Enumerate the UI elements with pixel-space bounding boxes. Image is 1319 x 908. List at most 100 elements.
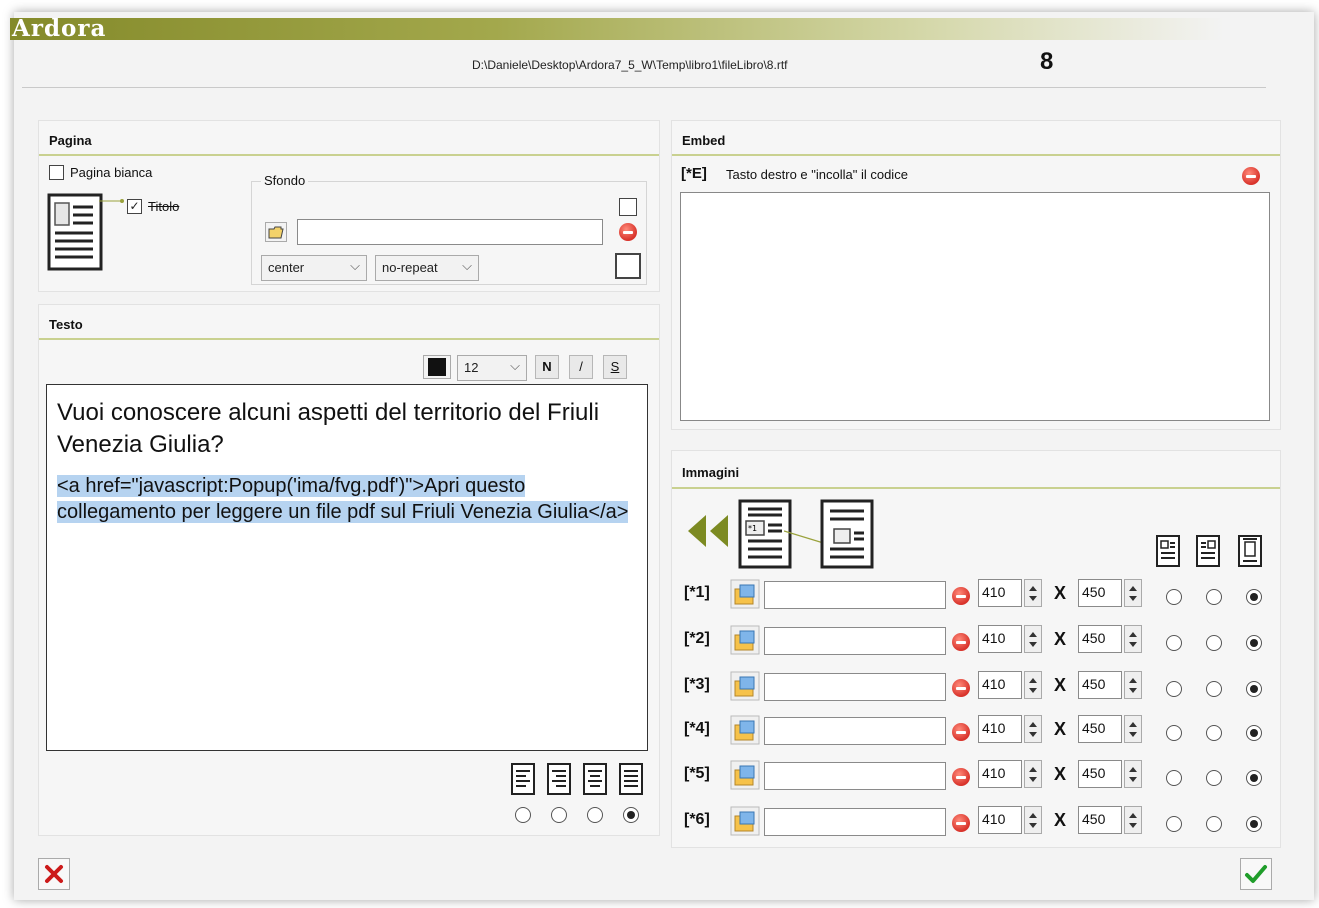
image-align-center-radio[interactable] <box>1246 681 1262 697</box>
image-file-input[interactable] <box>764 808 946 836</box>
image-align-center-radio[interactable] <box>1246 770 1262 786</box>
image-align-left-radio[interactable] <box>1166 635 1182 651</box>
immagini-panel: Immagini *1 [*1] 410 X 450 [*2] 410 X 45… <box>671 450 1281 848</box>
image-align-right-radio[interactable] <box>1206 816 1222 832</box>
image-file-icon[interactable] <box>730 671 760 701</box>
image-align-center-radio[interactable] <box>1246 635 1262 651</box>
confirm-button[interactable] <box>1240 858 1272 890</box>
font-size-select[interactable]: 12 ⌵ <box>457 355 527 381</box>
image-align-right-radio[interactable] <box>1206 589 1222 605</box>
image-file-input[interactable] <box>764 581 946 609</box>
double-chevron-left-icon[interactable] <box>684 513 732 549</box>
width-spinner[interactable] <box>1024 579 1042 607</box>
embed-code-area[interactable] <box>680 192 1270 421</box>
remove-image-icon[interactable] <box>952 814 970 832</box>
image-align-left-radio[interactable] <box>1166 770 1182 786</box>
image-align-right-radio[interactable] <box>1206 770 1222 786</box>
background-option-checkbox[interactable] <box>619 198 637 216</box>
align-center-icon[interactable] <box>583 763 607 795</box>
times-symbol: X <box>1054 764 1067 784</box>
text-color-button[interactable] <box>423 355 451 379</box>
image-align-right-radio[interactable] <box>1206 635 1222 651</box>
image-file-input[interactable] <box>764 717 946 745</box>
remove-image-icon[interactable] <box>952 587 970 605</box>
image-width-input[interactable]: 410 <box>978 806 1022 834</box>
image-file-icon[interactable] <box>730 760 760 790</box>
height-spinner[interactable] <box>1124 806 1142 834</box>
height-spinner[interactable] <box>1124 579 1142 607</box>
image-align-right-radio[interactable] <box>1206 681 1222 697</box>
content-link-code: <a href="javascript:Popup('ima/fvg.pdf')… <box>57 473 637 525</box>
image-file-icon[interactable] <box>730 806 760 836</box>
remove-image-icon[interactable] <box>952 633 970 651</box>
strike-button[interactable]: S <box>603 355 627 379</box>
remove-image-icon[interactable] <box>952 679 970 697</box>
image-align-center-radio[interactable] <box>1246 816 1262 832</box>
image-align-center-icon[interactable] <box>1238 535 1262 567</box>
image-width-input[interactable]: 410 <box>978 671 1022 699</box>
image-align-right-radio[interactable] <box>1206 725 1222 741</box>
image-file-input[interactable] <box>764 762 946 790</box>
align-right-radio[interactable] <box>551 807 567 823</box>
image-height-input[interactable]: 450 <box>1078 579 1122 607</box>
image-file-input[interactable] <box>764 673 946 701</box>
image-align-left-radio[interactable] <box>1166 725 1182 741</box>
folder-open-icon[interactable] <box>265 222 287 242</box>
image-height-input[interactable]: 450 <box>1078 715 1122 743</box>
image-height-input[interactable]: 450 <box>1078 806 1122 834</box>
image-align-left-radio[interactable] <box>1166 589 1182 605</box>
image-align-left-radio[interactable] <box>1166 681 1182 697</box>
italic-button[interactable]: / <box>569 355 593 379</box>
bold-button[interactable]: N <box>535 355 559 379</box>
background-position-select[interactable]: center ⌵ <box>261 255 367 281</box>
image-height-input[interactable]: 450 <box>1078 625 1122 653</box>
remove-background-icon[interactable] <box>619 223 637 241</box>
image-width-input[interactable]: 410 <box>978 715 1022 743</box>
image-align-left-icon[interactable] <box>1156 535 1180 567</box>
image-width-input[interactable]: 410 <box>978 625 1022 653</box>
blank-page-checkbox[interactable] <box>49 165 64 180</box>
image-height-input[interactable]: 450 <box>1078 760 1122 788</box>
width-spinner[interactable] <box>1024 760 1042 788</box>
remove-image-icon[interactable] <box>952 768 970 786</box>
align-center-radio[interactable] <box>587 807 603 823</box>
cancel-button[interactable] <box>38 858 70 890</box>
height-spinner[interactable] <box>1124 625 1142 653</box>
image-align-center-radio[interactable] <box>1246 589 1262 605</box>
remove-image-icon[interactable] <box>952 723 970 741</box>
image-align-right-icon[interactable] <box>1196 535 1220 567</box>
title-bar <box>10 18 1224 40</box>
height-spinner[interactable] <box>1124 671 1142 699</box>
selected-text: <a href="javascript:Popup('ima/fvg.pdf')… <box>57 475 629 523</box>
image-file-input[interactable] <box>764 627 946 655</box>
remove-embed-icon[interactable] <box>1242 167 1260 185</box>
align-justify-radio[interactable] <box>623 807 639 823</box>
align-justify-icon[interactable] <box>619 763 643 795</box>
text-editor[interactable]: Vuoi conoscere alcuni aspetti del territ… <box>46 384 648 751</box>
width-spinner[interactable] <box>1024 715 1042 743</box>
page-layout-icon[interactable] <box>47 193 107 273</box>
background-color-swatch[interactable] <box>615 253 641 279</box>
title-checkbox[interactable]: ✓ <box>127 199 142 214</box>
image-layout-icon-right[interactable] <box>820 499 880 571</box>
width-spinner[interactable] <box>1024 671 1042 699</box>
embed-hint: Tasto destro e "incolla" il codice <box>726 167 908 182</box>
align-left-icon[interactable] <box>511 763 535 795</box>
background-repeat-select[interactable]: no-repeat ⌵ <box>375 255 479 281</box>
background-file-input[interactable] <box>297 219 603 245</box>
image-row-label: [*3] <box>684 676 710 693</box>
image-width-input[interactable]: 410 <box>978 579 1022 607</box>
image-file-icon[interactable] <box>730 625 760 655</box>
image-align-center-radio[interactable] <box>1246 725 1262 741</box>
height-spinner[interactable] <box>1124 715 1142 743</box>
align-right-icon[interactable] <box>547 763 571 795</box>
image-file-icon[interactable] <box>730 715 760 745</box>
width-spinner[interactable] <box>1024 625 1042 653</box>
width-spinner[interactable] <box>1024 806 1042 834</box>
height-spinner[interactable] <box>1124 760 1142 788</box>
align-left-radio[interactable] <box>515 807 531 823</box>
image-width-input[interactable]: 410 <box>978 760 1022 788</box>
image-height-input[interactable]: 450 <box>1078 671 1122 699</box>
image-align-left-radio[interactable] <box>1166 816 1182 832</box>
image-file-icon[interactable] <box>730 579 760 609</box>
